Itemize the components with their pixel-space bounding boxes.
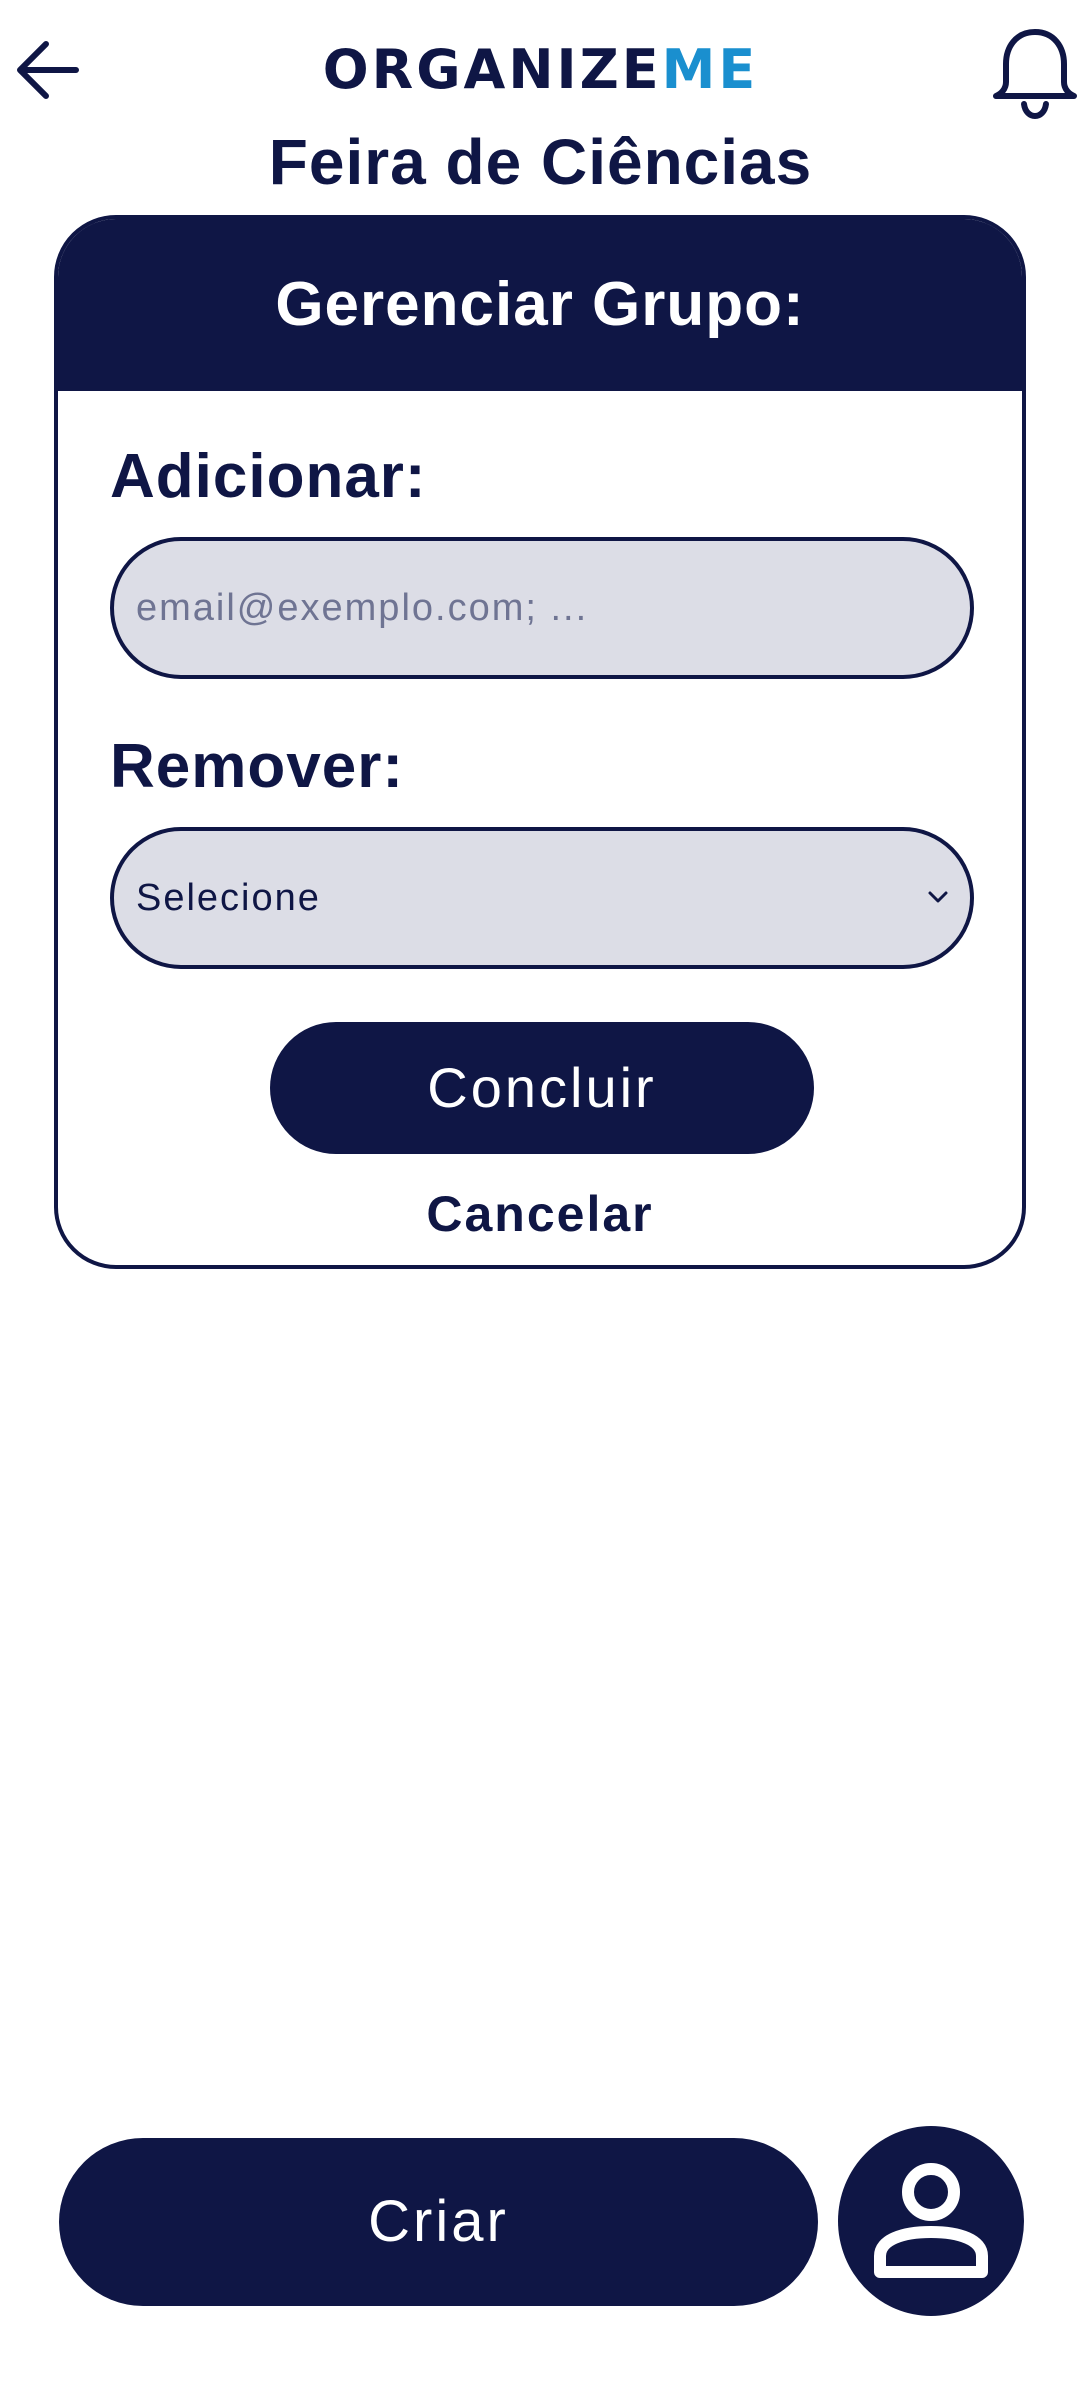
chevron-down-icon (928, 891, 948, 903)
user-icon (874, 2163, 988, 2278)
page-title: Feira de Ciências (268, 126, 813, 198)
conclude-button[interactable]: Concluir (270, 1022, 814, 1154)
add-member-email-input[interactable] (114, 541, 970, 675)
cancel-button[interactable]: Cancelar (58, 1184, 1022, 1244)
remove-member-select[interactable]: Selecione (110, 827, 974, 969)
app-header: ORGANIZEME (0, 0, 1081, 130)
card-title: Gerenciar Grupo: (58, 219, 1022, 391)
notifications-button[interactable] (990, 26, 1080, 122)
manage-group-card: Gerenciar Grupo: Adicionar: Remover: Sel… (54, 215, 1026, 1269)
add-member-field (110, 537, 974, 679)
logo-main-text: ORGANIZE (322, 38, 662, 101)
profile-button[interactable] (838, 2126, 1024, 2316)
remove-member-label: Remover: (110, 732, 404, 801)
app-logo: ORGANIZEME (0, 38, 1081, 102)
remove-member-selected-value: Selecione (136, 877, 321, 919)
create-button[interactable]: Criar (59, 2138, 818, 2306)
add-member-label: Adicionar: (110, 442, 427, 511)
bell-icon (993, 29, 1077, 120)
logo-accent-text: ME (661, 38, 759, 101)
